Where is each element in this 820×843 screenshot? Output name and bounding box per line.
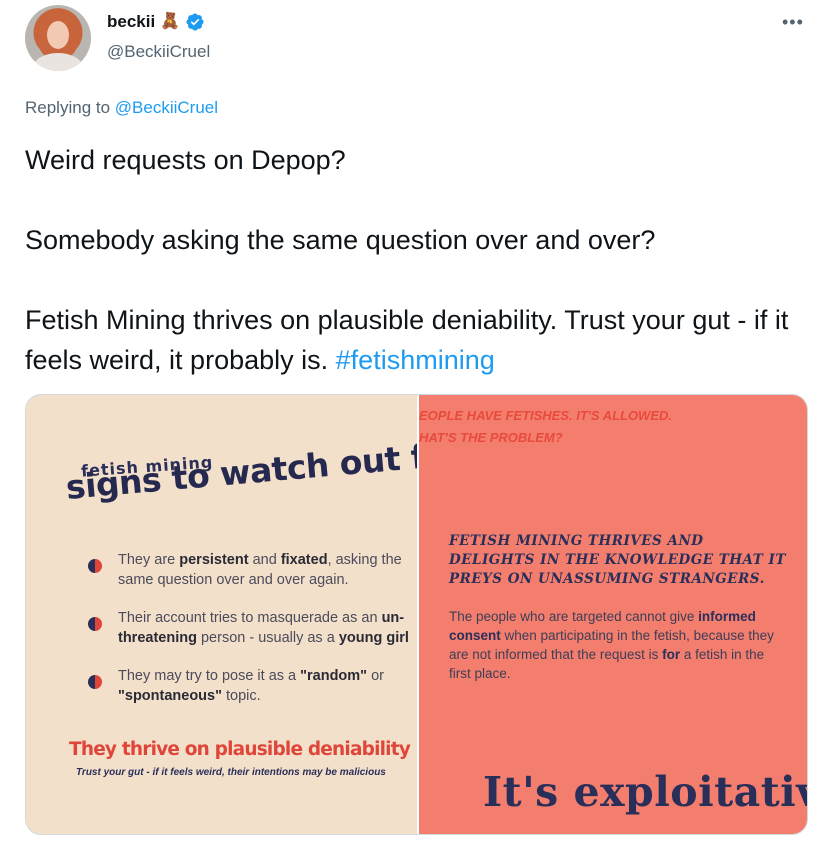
- right-top-line-1: EOPLE HAVE FETISHES. IT'S ALLOWED.: [419, 408, 672, 423]
- more-horizontal-icon[interactable]: •••: [782, 12, 804, 33]
- bullet-icon: [88, 617, 102, 631]
- right-body: The people who are targeted cannot give …: [449, 609, 774, 681]
- avatar-shirt: [33, 53, 83, 71]
- sign-item: They may try to pose it as a "random" or…: [88, 666, 417, 706]
- infographic-title: signs to watch out for: [64, 433, 417, 507]
- right-big-title: It's exploitative: [483, 768, 807, 816]
- replying-to-prefix: Replying to: [25, 98, 111, 117]
- sign-item: Their account tries to masquerade as an …: [88, 608, 417, 648]
- media-image-left[interactable]: fetish mining signs to watch out for The…: [26, 395, 417, 834]
- signs-list: They are persistent and fixated, asking …: [88, 550, 417, 724]
- tweet-text: Weird requests on Depop? Somebody asking…: [25, 140, 815, 380]
- sign-item: They are persistent and fixated, asking …: [88, 550, 417, 590]
- teddy-bear-icon: 🧸: [160, 13, 181, 30]
- author-name-row[interactable]: beckii 🧸: [107, 12, 205, 32]
- bullet-icon: [88, 675, 102, 689]
- replying-to: Replying to @BeckiiCruel: [25, 98, 218, 118]
- verified-badge-icon: [186, 13, 204, 31]
- right-top-line-2: HAT'S THE PROBLEM?: [419, 430, 563, 445]
- bullet-icon: [88, 559, 102, 573]
- avatar-face: [47, 21, 69, 49]
- media-image-right[interactable]: EOPLE HAVE FETISHES. IT'S ALLOWED. HAT'S…: [419, 395, 807, 834]
- tweet-media[interactable]: fetish mining signs to watch out for The…: [25, 394, 808, 835]
- thrive-heading: They thrive on plausible deniability: [69, 739, 411, 760]
- right-heading: FETISH MINING THRIVES AND DELIGHTS IN TH…: [449, 533, 786, 587]
- author-handle[interactable]: @BeckiiCruel: [107, 42, 210, 62]
- display-name[interactable]: beckii: [107, 12, 155, 32]
- right-top-text: EOPLE HAVE FETISHES. IT'S ALLOWED. HAT'S…: [419, 405, 672, 449]
- avatar[interactable]: [25, 5, 91, 71]
- trust-caption: Trust your gut - if it feels weird, thei…: [76, 767, 386, 778]
- tweet-line-1: Weird requests on Depop?: [25, 145, 346, 175]
- hashtag-link[interactable]: #fetishmining: [336, 345, 495, 375]
- tweet-line-3: Fetish Mining thrives on plausible denia…: [25, 300, 815, 380]
- tweet-line-2: Somebody asking the same question over a…: [25, 225, 656, 255]
- replying-to-link[interactable]: @BeckiiCruel: [115, 98, 218, 117]
